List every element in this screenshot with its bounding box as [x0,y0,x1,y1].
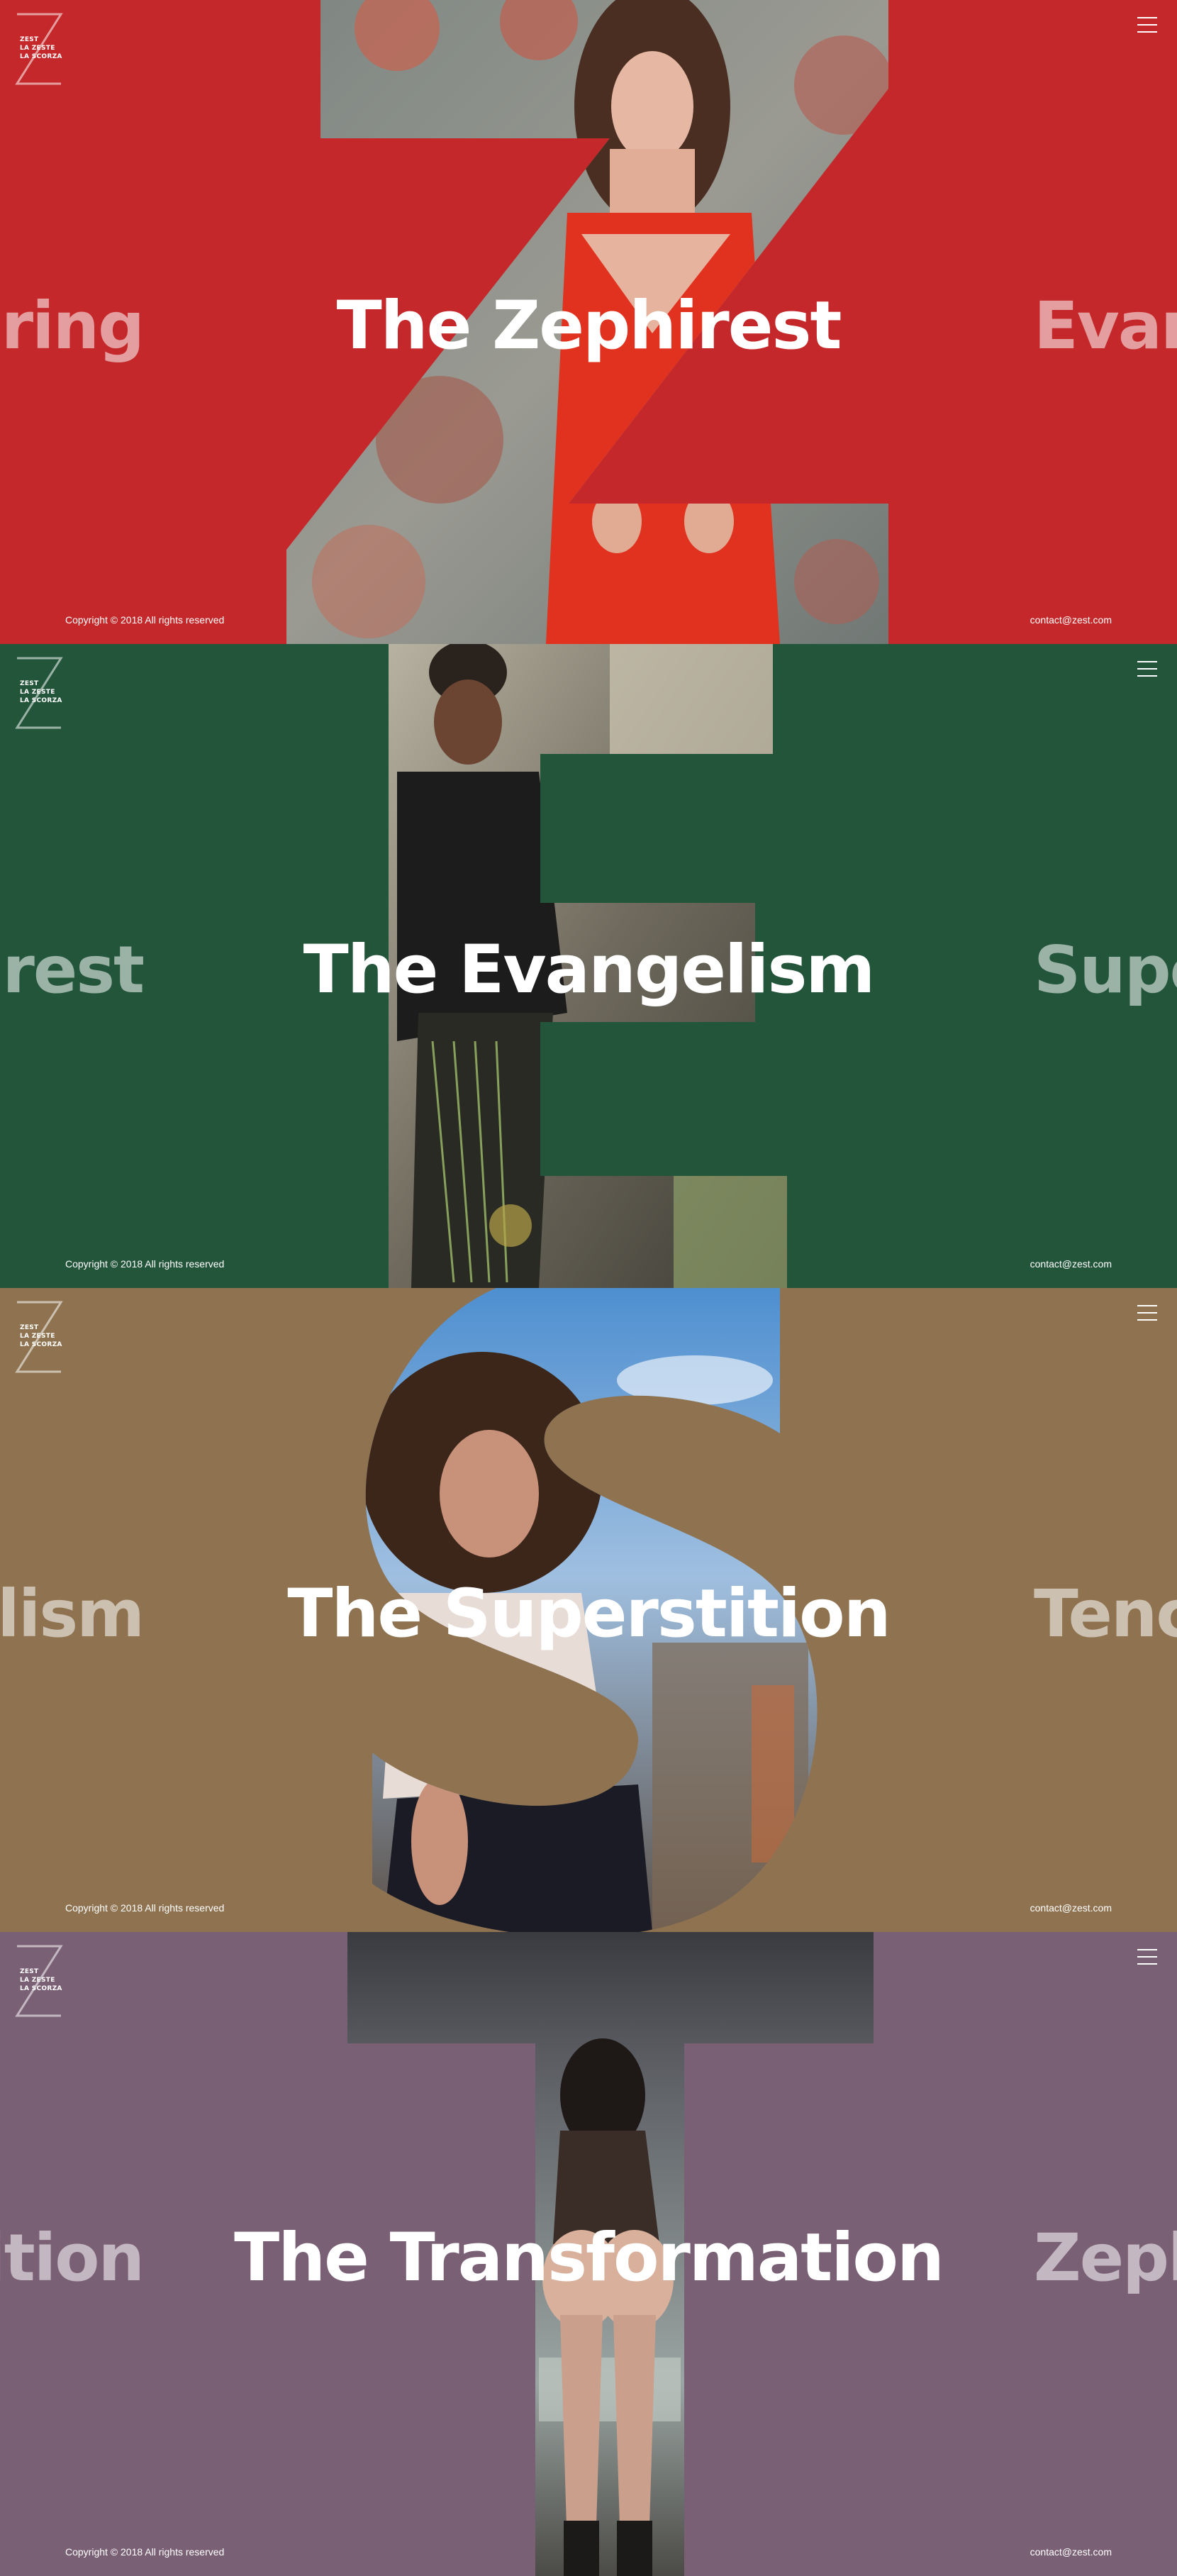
copyright-text: Copyright © 2018 All rights reserved [65,1258,225,1270]
brand-wordmark: ZEST LA ZESTE LA SCORZA [20,679,62,705]
brand-line: LA ZESTE [20,45,55,52]
slide-title: The Superstition [287,1575,891,1653]
brand-line: LA SCORZA [20,53,62,60]
brand-line: LA ZESTE [20,689,55,696]
slide-title: The Zephirest [336,287,842,365]
brand-line: LA SCORZA [20,1341,62,1348]
brand-wordmark: ZEST LA ZESTE LA SCORZA [20,1967,62,1993]
brand-line: LA ZESTE [20,1977,55,1984]
brand-line: ZEST [20,1324,39,1331]
hamburger-menu-icon[interactable] [1137,1305,1157,1321]
brand-line: LA SCORZA [20,1985,62,1992]
brand-line: LA ZESTE [20,1333,55,1340]
hamburger-menu-icon[interactable] [1137,1949,1157,1965]
copyright-text: Copyright © 2018 All rights reserved [65,614,225,626]
contact-email-link[interactable]: contact@zest.com [1030,2546,1112,2558]
next-slide-word[interactable]: Zeph [1034,2219,1177,2297]
brand-wordmark: ZEST LA ZESTE LA SCORZA [20,1323,62,1349]
slide-zephirest: ZEST LA ZESTE LA SCORZA ering The Zephir… [0,0,1177,644]
brand-wordmark: ZEST LA ZESTE LA SCORZA [20,35,62,61]
copyright-text: Copyright © 2018 All rights reserved [65,1902,225,1914]
next-slide-word[interactable]: Supe [1034,931,1177,1009]
slide-transformation: ZEST LA ZESTE LA SCORZA ition The Transf… [0,1932,1177,2576]
slide-title: The Transformation [234,2219,944,2297]
brand-line: LA SCORZA [20,697,62,704]
contact-email-link[interactable]: contact@zest.com [1030,1902,1112,1914]
hamburger-menu-icon[interactable] [1137,17,1157,33]
next-slide-word[interactable]: Evan [1034,287,1177,365]
contact-email-link[interactable]: contact@zest.com [1030,1258,1112,1270]
copyright-text: Copyright © 2018 All rights reserved [65,2546,225,2558]
brand-line: ZEST [20,680,39,687]
contact-email-link[interactable]: contact@zest.com [1030,614,1112,626]
slide-title: The Evangelism [303,931,876,1009]
brand-line: ZEST [20,1968,39,1975]
next-slide-word[interactable]: Tenc [1034,1575,1177,1653]
slide-superstition: ZEST LA ZESTE LA SCORZA elism The Supers… [0,1288,1177,1932]
slide-evangelism: ZEST LA ZESTE LA SCORZA irest The Evange… [0,644,1177,1288]
hamburger-menu-icon[interactable] [1137,661,1157,677]
brand-line: ZEST [20,36,39,43]
